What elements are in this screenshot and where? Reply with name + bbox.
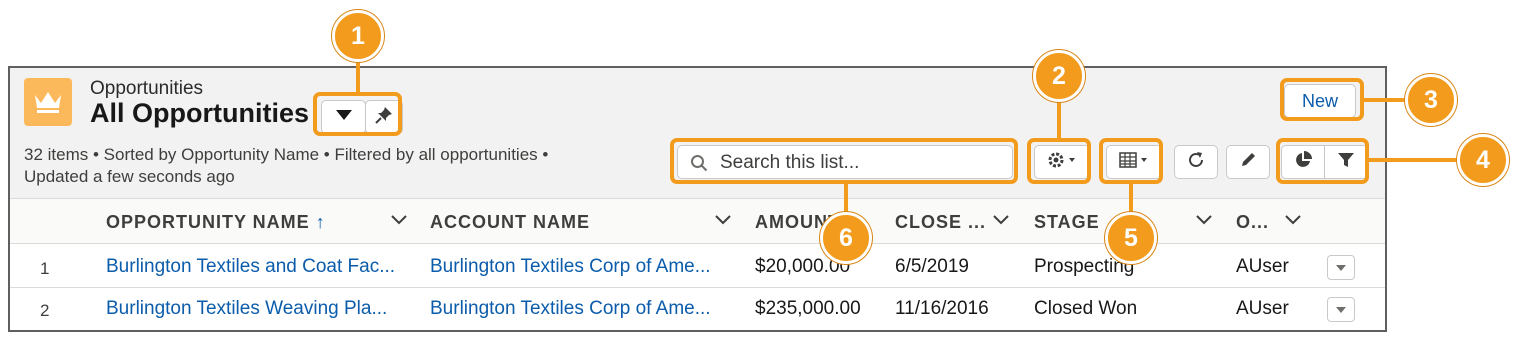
column-header-opportunity-name[interactable]: OPPORTUNITY NAME ↑ bbox=[106, 212, 326, 233]
pencil-icon bbox=[1239, 151, 1257, 174]
callout-highlight-5 bbox=[1099, 138, 1163, 184]
callout-highlight-3 bbox=[1280, 78, 1364, 121]
amount-cell: $235,000.00 bbox=[755, 298, 861, 319]
callout-connector-2 bbox=[1057, 98, 1061, 140]
chevron-down-icon[interactable] bbox=[1284, 213, 1302, 231]
column-header-stage[interactable]: STAGE bbox=[1034, 212, 1100, 233]
refresh-icon bbox=[1186, 150, 1206, 175]
callout-badge-3: 3 bbox=[1405, 74, 1457, 126]
list-info-line-1: 32 items • Sorted by Opportunity Name • … bbox=[24, 145, 549, 164]
callout-highlight-4 bbox=[1276, 138, 1369, 184]
list-info: 32 items • Sorted by Opportunity Name • … bbox=[24, 144, 548, 188]
table-row: 2 Burlington Textiles Weaving Pla... Bur… bbox=[10, 288, 1385, 330]
inline-edit-button[interactable] bbox=[1226, 145, 1270, 179]
chevron-down-icon[interactable] bbox=[714, 213, 732, 231]
list-view-panel: Opportunities All Opportunities 32 items… bbox=[8, 66, 1387, 332]
callout-connector-1 bbox=[356, 60, 360, 94]
list-info-line-2: Updated a few seconds ago bbox=[24, 167, 235, 186]
row-number: 1 bbox=[40, 259, 50, 278]
callout-highlight-1 bbox=[313, 92, 402, 136]
close-date-cell: 11/16/2016 bbox=[895, 298, 989, 319]
crown-icon bbox=[24, 78, 72, 126]
opportunity-name-link[interactable]: Burlington Textiles Weaving Pla... bbox=[106, 298, 387, 320]
callout-highlight-2 bbox=[1027, 138, 1091, 184]
object-label: Opportunities bbox=[90, 78, 204, 99]
account-name-link[interactable]: Burlington Textiles Corp of Ame... bbox=[430, 298, 711, 320]
chevron-down-icon[interactable] bbox=[1195, 213, 1213, 231]
opportunity-name-link[interactable]: Burlington Textiles and Coat Fac... bbox=[106, 256, 395, 278]
callout-badge-1: 1 bbox=[332, 10, 384, 62]
column-label: OPPORTUNITY NAME bbox=[106, 212, 310, 232]
callout-badge-2: 2 bbox=[1033, 50, 1085, 102]
row-actions-button[interactable] bbox=[1327, 255, 1355, 280]
callout-badge-5: 5 bbox=[1105, 212, 1157, 264]
callout-connector-6 bbox=[844, 182, 848, 216]
caret-down-icon bbox=[1335, 301, 1347, 319]
column-header-owner[interactable]: O... bbox=[1236, 212, 1269, 233]
column-header-close-date[interactable]: CLOSE ... bbox=[895, 212, 986, 233]
refresh-button[interactable] bbox=[1174, 145, 1218, 179]
sort-ascending-icon: ↑ bbox=[315, 212, 326, 232]
row-number: 2 bbox=[40, 301, 50, 320]
table-header: OPPORTUNITY NAME ↑ ACCOUNT NAME AMOUNT CL… bbox=[10, 198, 1385, 244]
chevron-down-icon[interactable] bbox=[390, 213, 408, 231]
caret-down-icon bbox=[1335, 259, 1347, 277]
table-row: 1 Burlington Textiles and Coat Fac... Bu… bbox=[10, 246, 1385, 288]
row-actions-button[interactable] bbox=[1327, 297, 1355, 322]
callout-badge-6: 6 bbox=[820, 212, 872, 264]
owner-cell: AUser bbox=[1236, 256, 1289, 277]
callout-badge-4: 4 bbox=[1457, 134, 1509, 186]
owner-cell: AUser bbox=[1236, 298, 1289, 319]
callout-highlight-6 bbox=[670, 138, 1018, 184]
account-name-link[interactable]: Burlington Textiles Corp of Ame... bbox=[430, 256, 711, 278]
column-header-account-name[interactable]: ACCOUNT NAME bbox=[430, 212, 590, 233]
callout-connector-3 bbox=[1362, 98, 1410, 102]
stage-cell: Closed Won bbox=[1034, 298, 1138, 319]
callout-connector-4 bbox=[1367, 158, 1459, 162]
chevron-down-icon[interactable] bbox=[992, 213, 1010, 231]
close-date-cell: 6/5/2019 bbox=[895, 256, 969, 277]
callout-connector-5 bbox=[1129, 182, 1133, 216]
page-title: All Opportunities bbox=[90, 98, 309, 128]
